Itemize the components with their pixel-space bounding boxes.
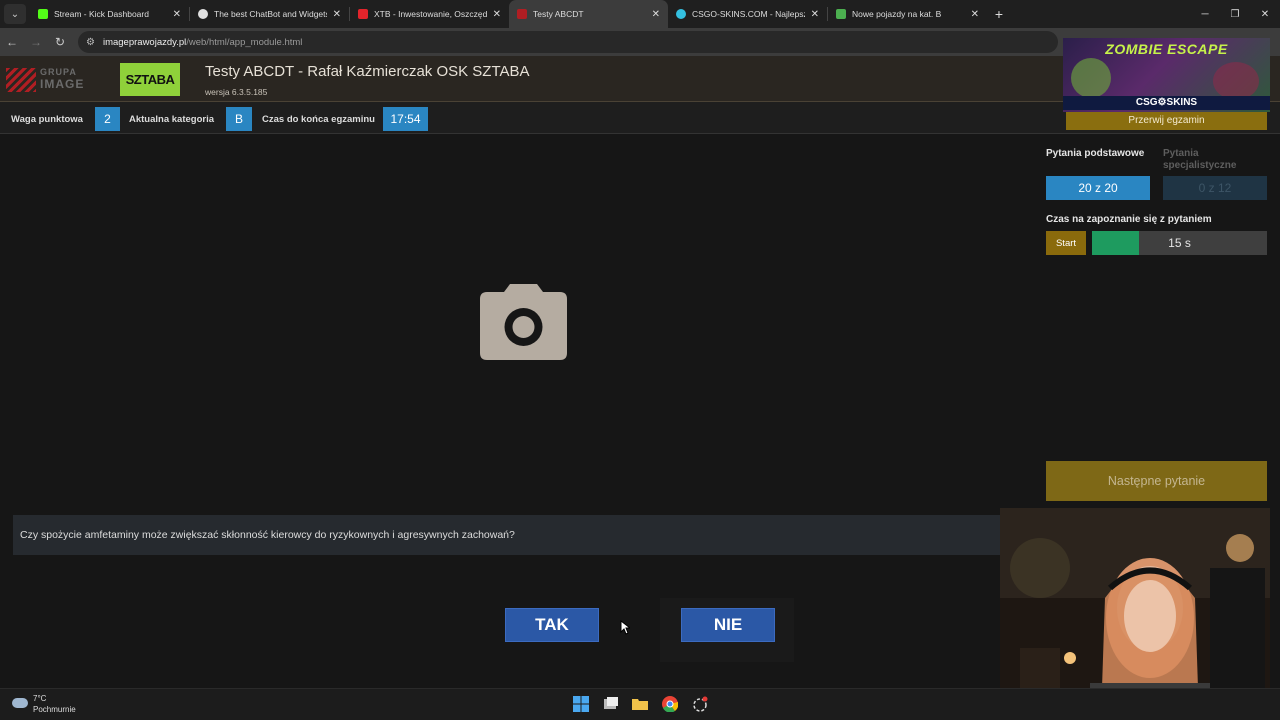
csgo-favicon-icon [676, 9, 686, 19]
reload-icon[interactable]: ↻ [48, 35, 72, 49]
question-text: Czy spożycie amfetaminy może zwiększać s… [13, 515, 1000, 555]
specialist-questions-label: Pytania specjalistyczne [1163, 148, 1237, 171]
basic-questions-label: Pytania podstawowe [1046, 148, 1145, 159]
tab-title: Stream - Kick Dashboard [54, 9, 149, 19]
image-favicon-icon [517, 9, 527, 19]
close-tab-icon[interactable]: ✕ [173, 9, 181, 20]
mouse-cursor-icon [620, 620, 630, 635]
weather-description: Pochmurnie [33, 705, 76, 714]
file-explorer-icon[interactable] [632, 696, 648, 712]
answer-yes-button[interactable]: TAK [505, 608, 599, 642]
ad-title: ZOMBIE ESCAPE [1105, 41, 1228, 57]
category-value: B [226, 107, 252, 131]
tab-title: Testy ABCDT [533, 9, 584, 19]
answer-no-button[interactable]: NIE [681, 608, 775, 642]
weather-temperature: 7°C [33, 694, 47, 703]
tab-xtb[interactable]: XTB - Inwestowanie, Oszczędno ✕ [350, 0, 509, 28]
close-tab-icon[interactable]: ✕ [652, 9, 660, 20]
grupa-image-logo-text: GRUPA IMAGE [40, 66, 84, 90]
next-question-button[interactable]: Następne pytanie [1046, 461, 1267, 501]
time-label: Czas do końca egzaminu [262, 114, 375, 125]
task-view-icon[interactable] [603, 696, 619, 712]
tab-chatbot[interactable]: The best ChatBot and Widgets ✕ [190, 0, 349, 28]
app-version: wersja 6.3.5.185 [205, 87, 268, 97]
start-button[interactable]: Start [1046, 231, 1086, 255]
csgo-skins-ad-banner[interactable]: ZOMBIE ESCAPE CSG⚙SKINS [1063, 38, 1270, 112]
chatbot-favicon-icon [198, 9, 208, 19]
zombie-art [1071, 58, 1111, 98]
windows-start-icon[interactable] [573, 696, 589, 712]
sztaba-logo: SZTABA [120, 63, 180, 96]
zombie-art [1213, 62, 1259, 100]
tab-csgo-skins[interactable]: CSGO-SKINS.COM - Najlepsze ✕ [668, 0, 827, 28]
close-window-icon[interactable]: ✕ [1250, 0, 1280, 28]
basic-questions-count: 20 z 20 [1046, 176, 1150, 200]
reading-time-label: Czas na zapoznanie się z pytaniem [1046, 214, 1212, 225]
tab-kick-dashboard[interactable]: Stream - Kick Dashboard ✕ [30, 0, 189, 28]
tab-title: CSGO-SKINS.COM - Najlepsze [692, 9, 805, 19]
site-info-icon[interactable]: ⚙ [86, 37, 95, 48]
tab-title: Nowe pojazdy na kat. B [852, 9, 942, 19]
tab-search-button[interactable]: ⌄ [4, 4, 26, 24]
new-tab-button[interactable]: + [987, 6, 1011, 22]
forward-icon[interactable]: → [24, 35, 48, 49]
tab-title: XTB - Inwestowanie, Oszczędno [374, 9, 487, 19]
tab-title: The best ChatBot and Widgets [214, 9, 327, 19]
weight-label: Waga punktowa [11, 114, 83, 125]
minimize-icon[interactable]: ─ [1190, 0, 1220, 28]
url-path: /web/html/app_module.html [186, 36, 303, 48]
logo-line-2: IMAGE [40, 77, 85, 91]
xtb-favicon-icon [358, 9, 368, 19]
maximize-icon[interactable]: ❐ [1220, 0, 1250, 28]
page-title: Testy ABCDT - Rafał Kaźmierczak OSK SZTA… [205, 63, 530, 80]
tab-testy-abcdt[interactable]: Testy ABCDT ✕ [509, 0, 668, 28]
camera-placeholder-icon [480, 284, 567, 360]
question-media-area [0, 134, 1040, 684]
specialist-questions-count: 0 z 12 [1163, 176, 1267, 200]
grupa-image-logo-icon [6, 68, 36, 92]
pojazdy-favicon-icon [836, 9, 846, 19]
interrupt-exam-button[interactable]: Przerwij egzamin [1066, 111, 1267, 130]
address-bar[interactable]: ⚙ imageprawojazdy.pl /web/html/app_modul… [78, 31, 1058, 53]
close-tab-icon[interactable]: ✕ [333, 9, 341, 20]
cloud-icon [12, 698, 28, 708]
window-controls: ─ ❐ ✕ [1190, 0, 1280, 28]
browser-tab-strip: ⌄ Stream - Kick Dashboard ✕ The best Cha… [0, 0, 1280, 28]
kick-favicon-icon [38, 9, 48, 19]
reading-timer-value: 15 s [1168, 236, 1191, 250]
weight-value: 2 [95, 107, 120, 131]
reading-timer-bar: 15 s [1092, 231, 1267, 255]
close-tab-icon[interactable]: ✕ [811, 9, 819, 20]
close-tab-icon[interactable]: ✕ [493, 9, 501, 20]
close-tab-icon[interactable]: ✕ [971, 9, 979, 20]
url-host: imageprawojazdy.pl [102, 36, 187, 48]
category-label: Aktualna kategoria [129, 114, 214, 125]
time-remaining: 17:54 [383, 107, 428, 131]
ad-brand: CSG⚙SKINS [1063, 96, 1270, 110]
back-icon[interactable]: ← [0, 35, 24, 49]
chrome-icon[interactable] [662, 696, 678, 712]
app-tray-icon[interactable] [692, 696, 708, 712]
tab-nowe-pojazdy[interactable]: Nowe pojazdy na kat. B ✕ [828, 0, 987, 28]
